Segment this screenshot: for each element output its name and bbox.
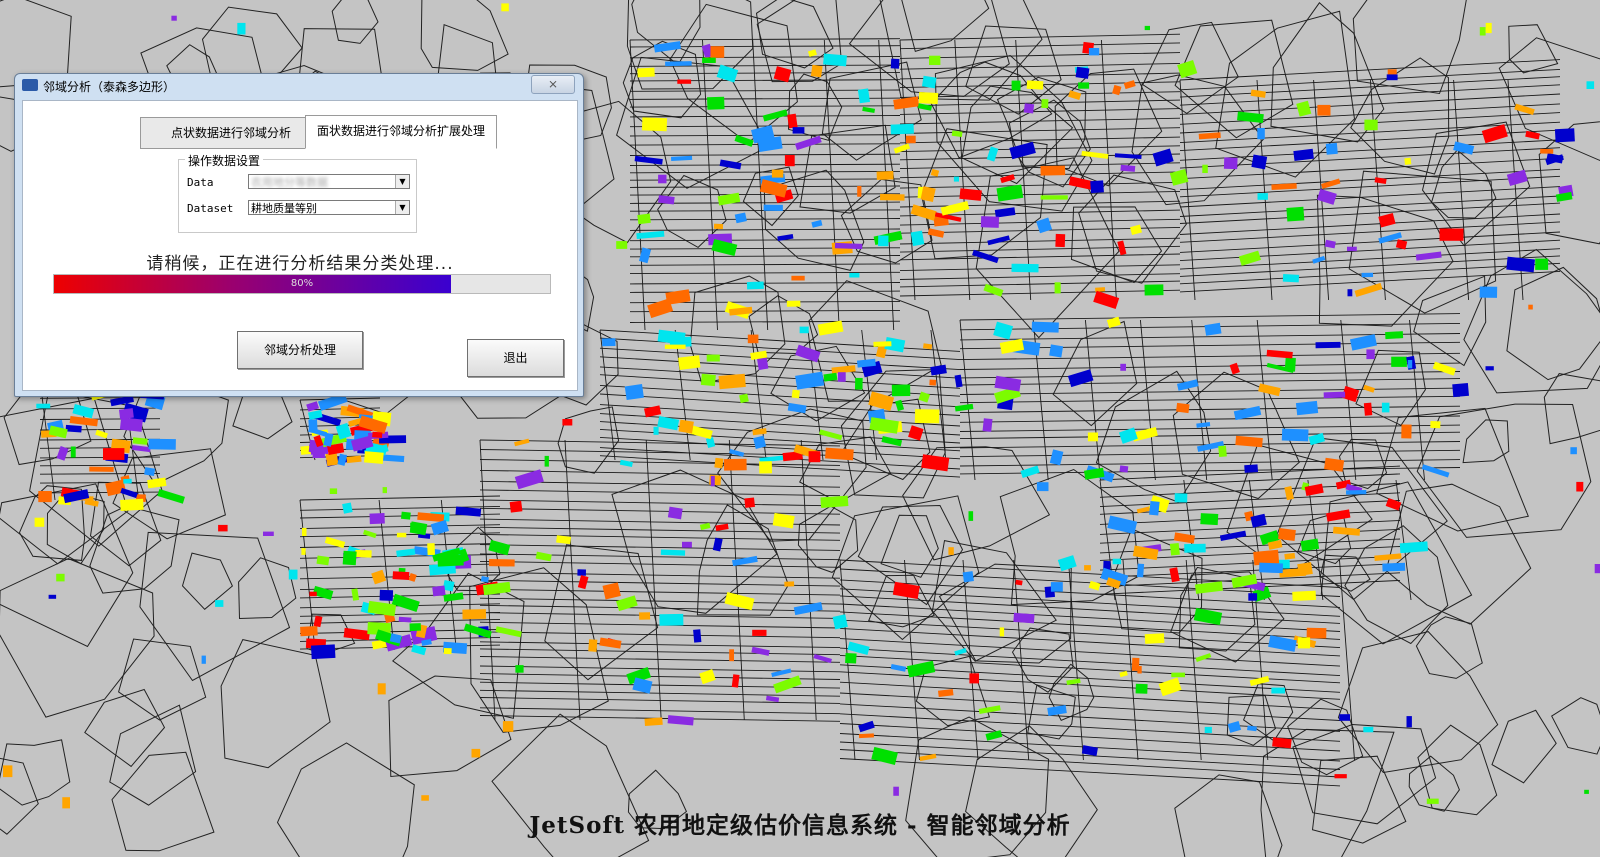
chevron-down-icon[interactable]: ▼ bbox=[395, 175, 409, 188]
group-legend: 操作数据设置 bbox=[185, 152, 264, 169]
dataset-label: Dataset bbox=[187, 202, 234, 215]
progress-label: 80% bbox=[290, 278, 314, 289]
dialog-title: 邻域分析（泰森多边形） bbox=[43, 80, 176, 94]
analyze-button[interactable]: 邻域分析处理 bbox=[237, 331, 363, 369]
tab-polygon-extension[interactable]: 面状数据进行邻域分析扩展处理 bbox=[305, 115, 497, 149]
app-logo-icon bbox=[22, 79, 38, 91]
dialog-titlebar[interactable]: 邻域分析（泰森多边形） ⨯ bbox=[15, 74, 583, 98]
exit-button[interactable]: 退出 bbox=[467, 339, 564, 377]
data-select[interactable]: 农用地分等数据 ▼ bbox=[248, 174, 410, 189]
status-message: 请稍候，正在进行分析结果分类处理... bbox=[146, 254, 454, 274]
data-select-value: 农用地分等数据 bbox=[251, 176, 328, 189]
progress-bar: 80% bbox=[53, 274, 551, 294]
tab-point-analysis[interactable]: 点状数据进行邻域分析 bbox=[140, 117, 322, 149]
dataset-select[interactable]: 耕地质量等别 ▼ bbox=[248, 200, 410, 215]
data-label: Data bbox=[187, 176, 214, 189]
dialog-client-area: 点状数据进行邻域分析 面状数据进行邻域分析扩展处理 操作数据设置 Data 农用… bbox=[22, 100, 578, 391]
close-button[interactable]: ⨯ bbox=[531, 75, 575, 94]
data-settings-group: 操作数据设置 Data 农用地分等数据 ▼ Dataset 耕地质量等别 ▼ bbox=[178, 152, 417, 233]
dataset-select-value: 耕地质量等别 bbox=[251, 202, 317, 215]
chevron-down-icon[interactable]: ▼ bbox=[395, 201, 409, 214]
system-footer-title: JetSoft 农用地定级估价信息系统 - 智能邻域分析 bbox=[529, 812, 1071, 839]
neighborhood-analysis-dialog: 邻域分析（泰森多边形） ⨯ 点状数据进行邻域分析 面状数据进行邻域分析扩展处理 … bbox=[14, 73, 584, 397]
